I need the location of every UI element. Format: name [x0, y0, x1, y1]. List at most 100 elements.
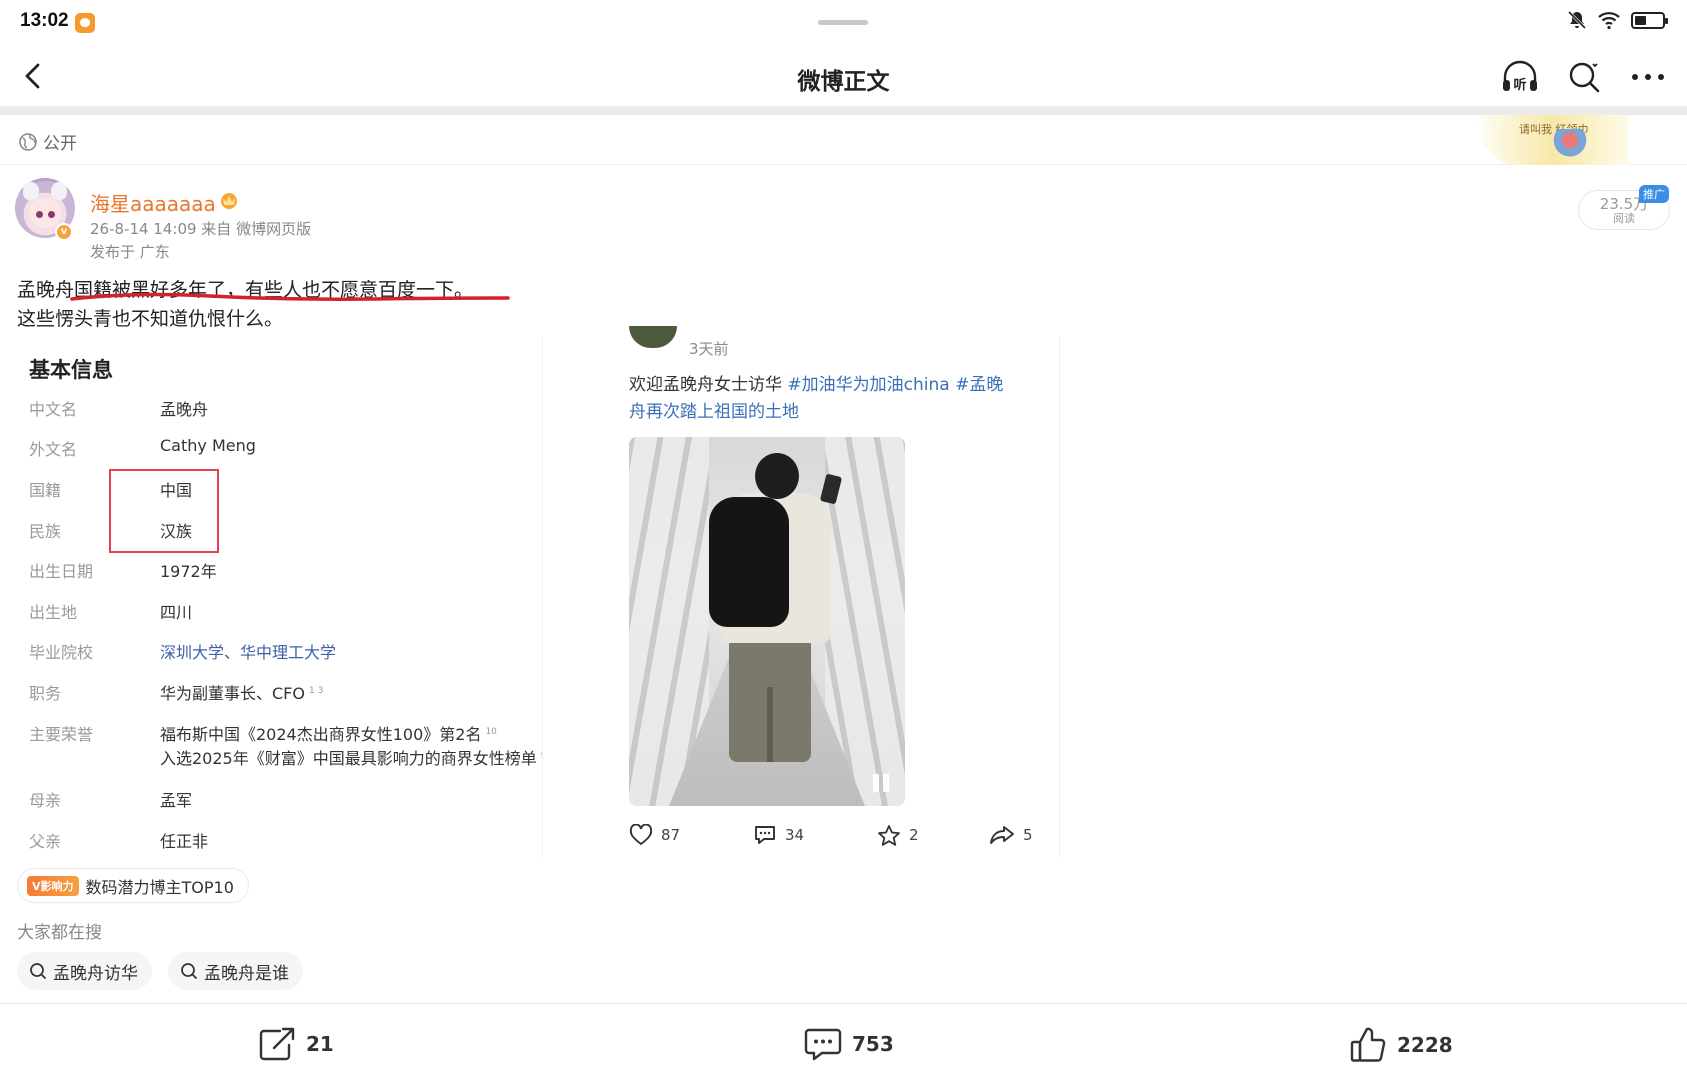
info-row: 入选2025年《财富》中国最具影响力的商界女性榜单9: [29, 745, 549, 769]
hashtag-link[interactable]: 舟再次踏上祖国的土地: [629, 402, 799, 422]
info-value: 孟晚舟: [160, 400, 209, 419]
avatar-face: [29, 198, 61, 228]
page-title: 微博正文: [797, 69, 890, 95]
like-button[interactable]: 2228: [1349, 1026, 1453, 1064]
pause-icon[interactable]: [871, 772, 891, 794]
reference-marks: 1 3: [308, 685, 324, 696]
video-frame-detail: [709, 497, 789, 627]
video-frame-detail: [755, 453, 799, 499]
listen-button[interactable]: 听: [1499, 56, 1541, 98]
wifi-icon: [1598, 12, 1620, 30]
info-row: 毕业院校 深圳大学、华中理工大学: [29, 639, 549, 663]
more-icon: [1632, 74, 1664, 80]
listen-glyph: 听: [1513, 77, 1526, 93]
info-label: 中文名: [29, 400, 78, 419]
feed-share[interactable]: 5: [989, 824, 1033, 846]
video-frame-detail: [767, 687, 773, 762]
status-bar: 13:02: [0, 0, 1687, 46]
influence-badge[interactable]: V影响力 数码潜力博主TOP10: [17, 868, 249, 903]
banner-figure: [1553, 129, 1587, 161]
post-location: 发布于 广东: [90, 243, 170, 261]
nav-actions: 听: [1499, 56, 1669, 98]
info-label: 外文名: [29, 440, 78, 459]
listen-icon: 听: [1503, 60, 1537, 93]
info-value-text: 福布斯中国《2024杰出商界女性100》第2名: [160, 725, 482, 744]
feed-like-count: 87: [661, 826, 681, 844]
search-chip[interactable]: 孟晚舟是谁: [168, 952, 303, 990]
globe-icon: [19, 132, 37, 151]
avatar-ear: [51, 182, 67, 200]
info-row: 民族 汉族: [29, 518, 549, 542]
avatar-ear: [23, 182, 39, 200]
info-title: 基本信息: [29, 358, 113, 382]
info-label: 国籍: [29, 481, 62, 500]
info-label: 出生日期: [29, 562, 94, 581]
nav-bar: 微博正文 听: [0, 46, 1687, 106]
feed-avatar: [629, 326, 677, 348]
info-value: 孟军: [160, 791, 193, 810]
share-arrow-icon: [990, 826, 1014, 844]
feed-favorite[interactable]: 2: [877, 824, 919, 846]
heart-icon: [629, 824, 653, 846]
red-underline-stroke: [70, 292, 510, 301]
status-icons: [1567, 10, 1668, 30]
video-player[interactable]: [629, 437, 905, 806]
info-value: 任正非: [160, 832, 209, 851]
avatar-eye: [48, 211, 55, 218]
feed-comment-count: 34: [785, 826, 805, 844]
visibility-row: 公开 请叫我 红领巾: [0, 115, 1687, 165]
feed-comment[interactable]: 34: [753, 824, 804, 846]
search-chip-label: 孟晚舟是谁: [204, 963, 289, 984]
status-time: 13:02: [20, 10, 69, 31]
info-label: 父亲: [29, 832, 62, 851]
feed-text-plain: 欢迎孟晚舟女士访华: [629, 375, 788, 395]
avatar-eye: [36, 211, 43, 218]
info-value: 入选2025年《财富》中国最具影响力的商界女性榜单9: [160, 745, 546, 769]
info-row: 主要荣誉 福布斯中国《2024杰出商界女性100》第2名 10: [29, 721, 549, 745]
more-button[interactable]: [1627, 56, 1669, 98]
info-value: 华为副董事长、CFO 1 3: [160, 680, 323, 704]
verified-badge-icon: v: [55, 223, 73, 241]
mute-bell-icon: [1567, 10, 1587, 30]
drag-handle[interactable]: [818, 20, 868, 25]
info-row: 母亲 孟军: [29, 787, 549, 811]
info-value: 1972年: [160, 562, 217, 581]
promo-tag[interactable]: 推广: [1639, 185, 1669, 203]
feed-share-count: 5: [1023, 826, 1033, 844]
hashtag-link[interactable]: #孟晚: [950, 375, 1003, 395]
feed-time: 3天前: [689, 340, 729, 358]
info-row: 父亲 任正非: [29, 828, 549, 852]
search-icon: [30, 963, 46, 979]
feed-like[interactable]: 87: [629, 824, 680, 846]
post-image[interactable]: 基本信息 中文名 孟晚舟 外文名 Cathy Meng 国籍 中国 民族 汉族 …: [17, 326, 1062, 858]
hashtag-link[interactable]: #加油华为加油china: [787, 375, 949, 395]
info-label: 母亲: [29, 791, 62, 810]
comment-icon: [755, 826, 775, 844]
info-value: 福布斯中国《2024杰出商界女性100》第2名 10: [160, 721, 497, 745]
red-highlight-box: [109, 469, 219, 553]
influence-label: 数码潜力博主TOP10: [85, 877, 234, 897]
username[interactable]: 海星aaaaaaa: [90, 188, 216, 217]
vip-crown-icon: [221, 193, 237, 209]
search-button[interactable]: [1563, 56, 1605, 98]
info-row: 外文名 Cathy Meng: [29, 436, 549, 460]
embedded-feed-card: 3天前 欢迎孟晚舟女士访华 #加油华为加油china #孟晚舟再次踏上祖国的土地…: [542, 326, 1060, 858]
info-value-link[interactable]: 深圳大学、华中理工大学: [160, 639, 336, 663]
info-value: Cathy Meng: [160, 436, 256, 455]
decor-banner[interactable]: 请叫我 红领巾: [1479, 115, 1629, 165]
thumbs-up-icon: [1350, 1027, 1386, 1062]
info-row: 出生日期 1972年: [29, 558, 549, 582]
info-label: 职务: [29, 684, 62, 703]
repost-button[interactable]: 21: [258, 1026, 334, 1062]
info-row: 职务 华为副董事长、CFO 1 3: [29, 680, 549, 704]
search-chip[interactable]: 孟晚舟访华: [17, 952, 152, 990]
repost-count: 21: [306, 1032, 334, 1056]
repost-icon: [259, 1027, 295, 1061]
comment-button[interactable]: 753: [804, 1026, 894, 1062]
read-count-label: 阅读: [1613, 212, 1635, 225]
info-label: 主要荣誉: [29, 725, 94, 744]
app-notification-icon: [75, 13, 95, 33]
bottom-action-bar: 21 753 2228: [0, 1003, 1687, 1080]
battery-icon: [1631, 11, 1668, 29]
info-row: 中文名 孟晚舟: [29, 396, 549, 420]
